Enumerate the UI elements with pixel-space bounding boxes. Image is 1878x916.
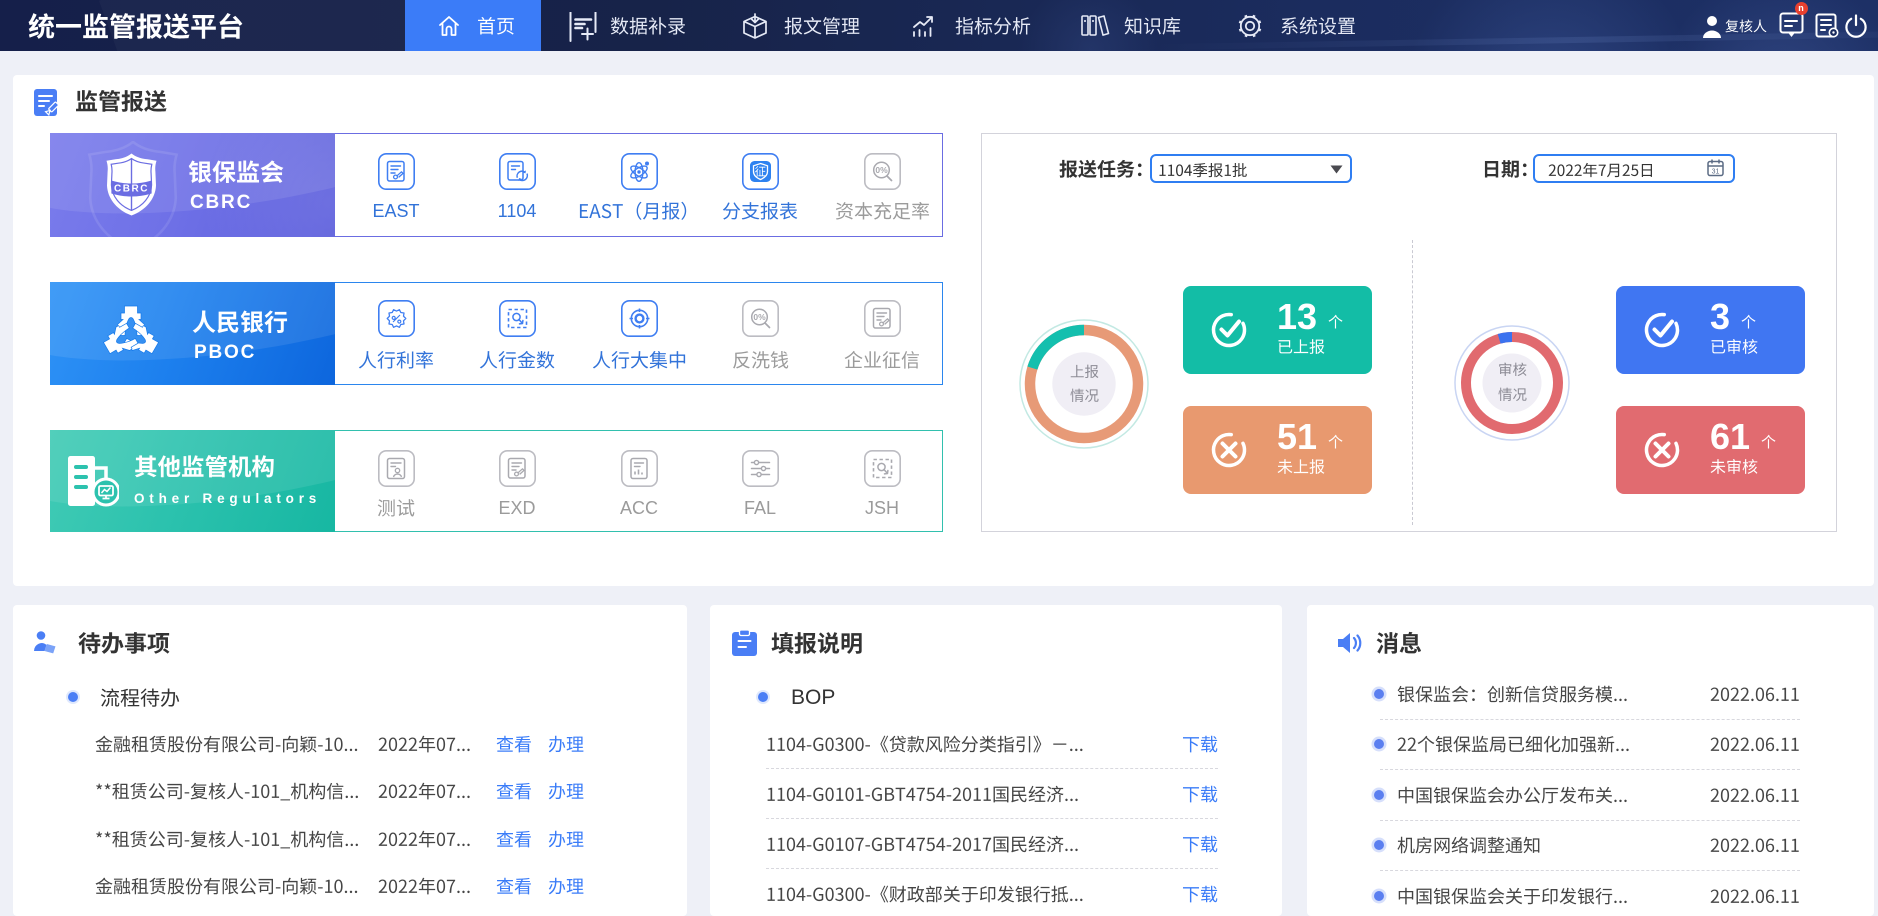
svg-text:0%: 0% bbox=[753, 312, 766, 322]
svg-text:0%: 0% bbox=[875, 165, 888, 175]
svg-text:CBRC: CBRC bbox=[114, 184, 149, 195]
svg-text:31: 31 bbox=[1712, 169, 1720, 176]
